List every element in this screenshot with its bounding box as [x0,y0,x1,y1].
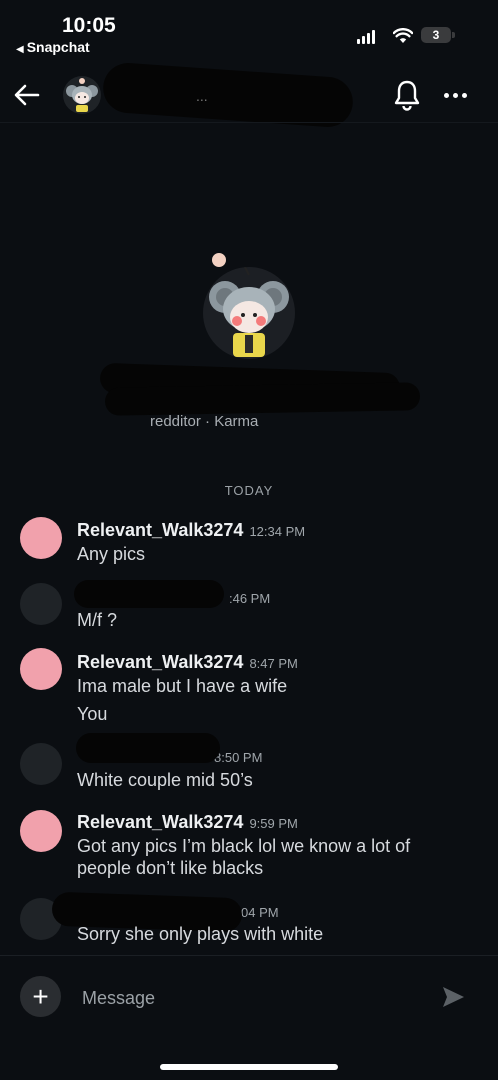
back-to-app-link[interactable]: ◀ Snapchat [16,39,90,55]
redacted-username [74,580,224,608]
message-avatar[interactable] [20,743,62,785]
message-avatar[interactable] [20,810,62,852]
message-text: Sorry she only plays with white [77,924,324,944]
message-time: 12:34 PM [249,524,306,539]
message-text: people don’t like blacks [77,858,264,878]
koala-snoo-large-icon [209,267,289,357]
add-attachment-button[interactable]: + [20,976,61,1017]
message-time: :46 PM [229,591,271,606]
message-input[interactable] [82,984,402,1012]
message-text: M/f ? [77,610,118,630]
koala-snoo-icon [66,78,98,112]
message-header: Relevant_Walk3274 12:34 PM [77,520,305,541]
message-text: Got any pics I’m black lol we know a lot… [77,836,411,856]
message-text: White couple mid 50’s [77,770,253,790]
message-time: 9:59 PM [249,816,298,831]
message-text: Any pics [77,544,146,564]
bell-icon[interactable] [393,79,421,111]
redacted-username [76,733,220,763]
message-avatar[interactable] [20,648,62,690]
cellular-signal-icon [357,30,375,44]
header-avatar[interactable] [63,76,101,114]
status-time: 10:05 [62,14,116,37]
message-avatar[interactable] [20,583,62,625]
profile-antenna-ball [212,253,226,267]
header-title: ... [196,88,208,104]
message-time: 04 PM [241,905,279,920]
message-time: 8:50 PM [214,750,263,765]
message-header: Relevant_Walk3274 8:47 PM [77,652,298,673]
message-username[interactable]: Relevant_Walk3274 [77,520,243,540]
message-text: Ima male but I have a wife [77,676,288,696]
battery-indicator: 3 [421,27,451,43]
back-arrow-icon[interactable] [12,80,42,110]
redacted-profile-meta [104,382,421,416]
day-separator: TODAY [224,483,274,498]
battery-cap [452,32,455,38]
message-username[interactable]: Relevant_Walk3274 [77,652,243,672]
profile-karma: redditor · Karma [150,413,259,430]
composer-divider [0,955,498,956]
message-text: You [77,704,108,724]
message-time: 8:47 PM [249,656,298,671]
message-avatar[interactable] [20,517,62,559]
message-username[interactable]: Relevant_Walk3274 [77,812,243,832]
profile-avatar [203,267,295,359]
header-divider [0,122,498,123]
more-options-icon[interactable] [444,93,467,98]
home-indicator[interactable] [160,1064,338,1070]
back-app-label: Snapchat [26,39,90,55]
message-header: Relevant_Walk3274 9:59 PM [77,812,298,833]
redacted-header-name [101,61,355,129]
send-icon[interactable] [440,984,466,1010]
back-triangle-icon: ◀ [16,44,24,55]
wifi-icon [393,28,413,43]
